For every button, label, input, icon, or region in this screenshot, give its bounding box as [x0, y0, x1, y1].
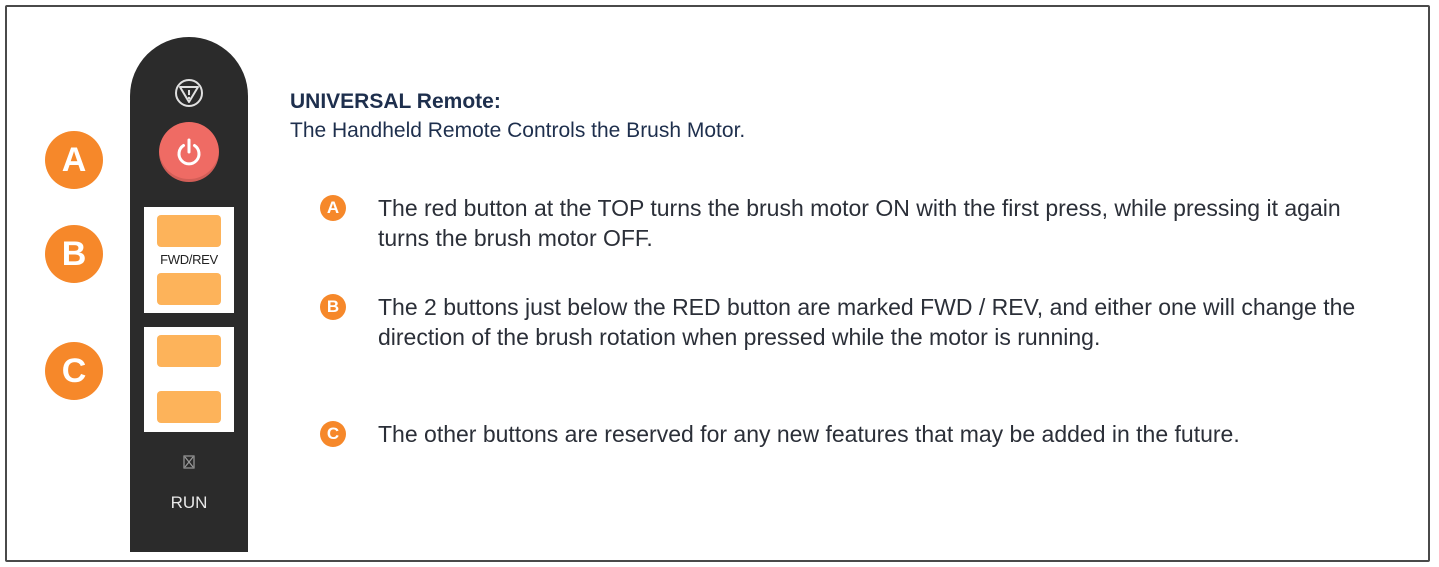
subtitle: The Handheld Remote Controls the Brush M…	[290, 119, 746, 142]
item-a-text: The red button at the TOP turns the brus…	[378, 195, 1341, 251]
item-b-text: The 2 buttons just below the RED button …	[378, 294, 1356, 350]
fwd-rev-button-top[interactable]	[157, 215, 221, 247]
item-c-text: The other buttons are reserved for any n…	[378, 421, 1240, 447]
badge-c: C	[45, 342, 103, 400]
badge-a: A	[45, 131, 103, 189]
title: UNIVERSAL Remote:	[290, 90, 501, 113]
badge-b: B	[45, 225, 103, 283]
reserved-button-top[interactable]	[157, 335, 221, 367]
diagram-frame: FWD/REV RUN A B C UNIVERSAL Remote: The …	[5, 5, 1430, 562]
mute-icon	[182, 455, 196, 474]
reserved-button-bottom[interactable]	[157, 391, 221, 423]
power-icon	[177, 138, 201, 166]
fwd-rev-label: FWD/REV	[160, 252, 218, 267]
fwd-rev-button-bottom[interactable]	[157, 273, 221, 305]
item-a-letter: A	[320, 195, 346, 221]
emergency-stop-icon	[173, 77, 205, 109]
item-c-letter: C	[320, 421, 346, 447]
run-label: RUN	[170, 493, 208, 512]
item-b-letter: B	[320, 294, 346, 320]
reserved-panel	[144, 327, 234, 432]
fwd-rev-panel: FWD/REV	[144, 207, 234, 313]
power-button[interactable]	[159, 122, 219, 182]
handheld-remote: FWD/REV RUN	[130, 37, 248, 552]
